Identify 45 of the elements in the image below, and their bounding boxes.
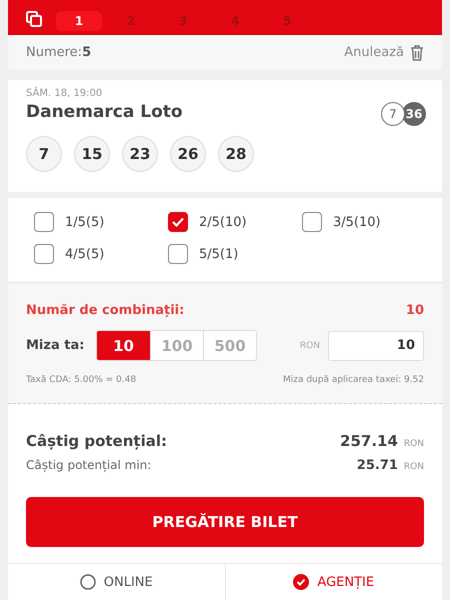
lottery-name: Danemarca Loto (26, 102, 183, 122)
winnings-value: 25.71 (356, 458, 398, 473)
cancel-button[interactable]: Anulează (344, 44, 424, 60)
number-ball: 28 (218, 136, 254, 172)
checkbox[interactable] (168, 244, 188, 264)
currency-label: RON (300, 340, 320, 350)
net-stake-text: Miza după aplicarea taxei: 9.52 (282, 375, 424, 385)
winnings-label: Câștig potențial min: (26, 458, 152, 472)
system-label: 5/5(1) (199, 246, 238, 262)
trash-icon (410, 44, 424, 60)
checkbox[interactable] (34, 212, 54, 232)
number-ball: 15 (74, 136, 110, 172)
system-checkbox[interactable]: 1/5(5) (34, 212, 168, 232)
submit-button[interactable]: PREGĂTIRE BILET (26, 497, 424, 547)
ticket-tab[interactable]: 1 (56, 11, 102, 31)
winnings-value: 257.14 (340, 432, 398, 450)
system-label: 3/5(10) (333, 214, 381, 230)
checkbox[interactable] (168, 212, 188, 232)
system-checkbox[interactable]: 4/5(5) (34, 244, 168, 264)
stake-input[interactable]: 10 (328, 330, 424, 360)
stake-preset[interactable]: 10 (97, 331, 150, 360)
number-ball: 7 (26, 136, 62, 172)
format-badge: 7 (381, 102, 405, 126)
system-checkbox[interactable]: 3/5(10) (302, 212, 436, 232)
combinations-label: Număr de combinații: (26, 303, 184, 318)
checkbox[interactable] (34, 244, 54, 264)
system-checkbox[interactable]: 5/5(1) (168, 244, 302, 264)
format-badge: 36 (402, 102, 426, 126)
system-label: 2/5(10) (199, 214, 247, 230)
number-ball: 23 (122, 136, 158, 172)
stake-label: Miza ta: (26, 338, 86, 353)
currency-label: RON (404, 439, 424, 449)
winnings-label: Câștig potențial: (26, 432, 167, 450)
number-ball: 26 (170, 136, 206, 172)
system-label: 1/5(5) (65, 214, 104, 230)
checkbox[interactable] (302, 212, 322, 232)
tax-text: Taxă CDA: 5.00% = 0.48 (26, 375, 136, 385)
draw-date: SÂM. 18, 19:00 (26, 88, 104, 99)
system-checkbox[interactable]: 2/5(10) (168, 212, 302, 232)
check-icon (172, 217, 184, 227)
combinations-value: 10 (406, 303, 424, 318)
copy-icon[interactable] (26, 11, 42, 27)
system-label: 4/5(5) (65, 246, 104, 262)
currency-label: RON (404, 462, 424, 472)
numbers-count: Numere:5 (26, 45, 92, 60)
